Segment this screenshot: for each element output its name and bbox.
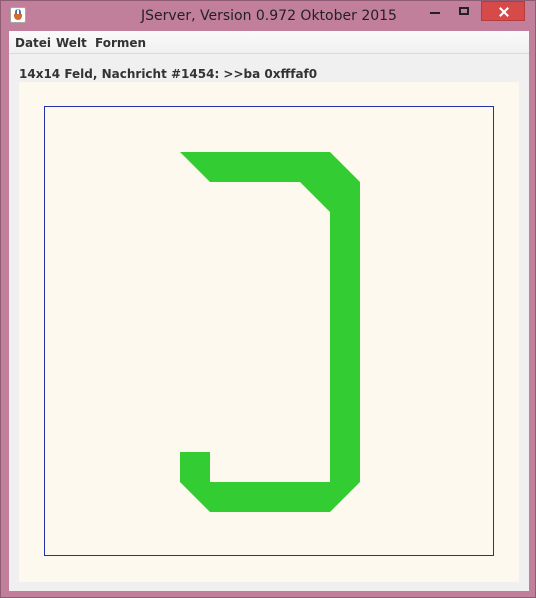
menu-datei[interactable]: Datei [15,36,51,50]
title-bar[interactable]: JServer, Version 0.972 Oktober 2015 [1,1,535,31]
game-board[interactable] [44,106,494,556]
menu-formen[interactable]: Formen [95,36,146,50]
menu-bar: Datei Welt Formen [9,31,529,54]
board-drawing [180,152,360,512]
maximize-icon[interactable] [451,1,479,21]
window-controls [419,1,525,29]
main-content: Datei Welt Formen 14x14 Feld, Nachricht … [9,31,529,591]
green-bracket-shape [180,152,360,512]
minimize-icon[interactable] [421,1,449,21]
close-icon[interactable] [481,1,525,21]
menu-welt[interactable]: Welt [56,36,87,50]
drawing-panel [19,82,519,582]
application-window: JServer, Version 0.972 Oktober 2015 Date… [0,0,536,598]
status-message: 14x14 Feld, Nachricht #1454: >>ba 0xfffa… [19,67,318,81]
